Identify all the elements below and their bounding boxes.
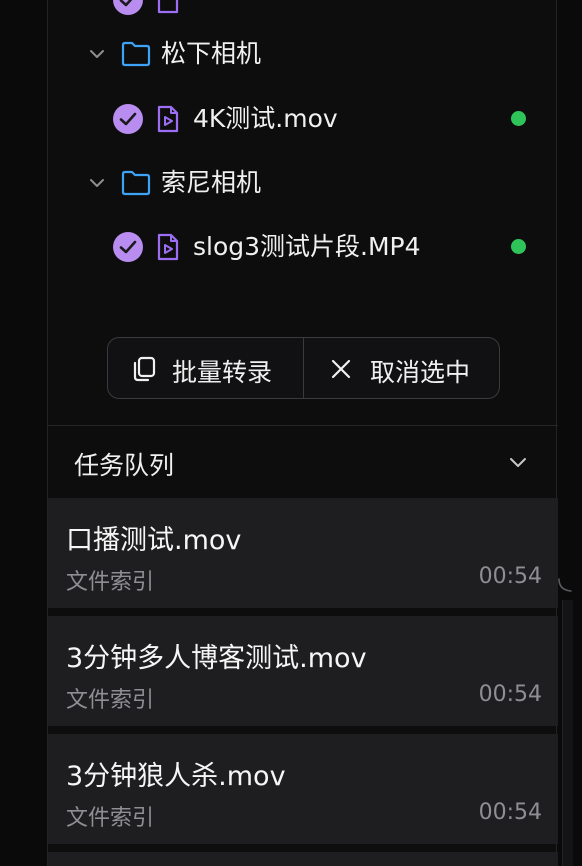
task-card[interactable]: 口播测试.mov 文件索引 00:54 [48,498,558,608]
task-name: 口播测试.mov [66,525,242,556]
close-icon [331,359,351,379]
tree-row-partial[interactable] [48,0,558,24]
task-queue-header[interactable]: 任务队列 [48,426,558,498]
task-duration: 00:54 [478,564,542,589]
task-name: 3分钟狼人杀.mov [66,761,286,792]
check-circle-icon[interactable] [112,103,144,135]
scrollbar-track[interactable] [562,600,573,866]
task-status: 文件索引 [66,688,155,713]
chevron-down-icon[interactable] [88,174,106,192]
tree-file-slog3[interactable]: slog3测试片段.MP4 [48,222,558,272]
file-panel: 松下相机 4K测试.mov 索尼相机 slog3测试片段.MP4 批量转录 取消… [47,0,558,866]
cancel-selection-label: 取消选中 [370,358,471,387]
task-duration: 00:54 [478,800,542,825]
task-queue-title: 任务队列 [74,451,175,480]
task-card[interactable]: 3分钟多人博客测试.mov 文件索引 00:54 [48,616,558,726]
chevron-down-icon[interactable] [508,452,528,472]
folder-label: 索尼相机 [161,168,262,197]
video-file-icon [157,233,179,261]
app-window: 松下相机 4K测试.mov 索尼相机 slog3测试片段.MP4 批量转录 取消… [0,0,582,866]
file-label: slog3测试片段.MP4 [193,232,421,261]
check-circle-icon[interactable] [112,231,144,263]
task-card[interactable]: 3分钟狼人杀.mov 文件索引 00:54 [48,734,558,844]
copy-icon [133,356,156,382]
batch-transcribe-button[interactable]: 批量转录 [108,338,304,398]
selection-actions: 批量转录 取消选中 [107,337,500,399]
status-dot [511,111,526,126]
folder-icon [121,170,151,196]
video-file-icon [157,0,179,14]
folder-icon [121,41,151,67]
check-circle-icon[interactable] [112,0,144,16]
resize-handle-icon[interactable] [557,577,573,593]
tree-file-4k[interactable]: 4K测试.mov [48,94,558,144]
cancel-selection-button[interactable]: 取消选中 [304,338,499,398]
task-status: 文件索引 [66,806,155,831]
task-name: 3分钟多人博客测试.mov [66,643,367,674]
tree-folder-panasonic[interactable]: 松下相机 [48,29,558,79]
task-duration: 00:54 [478,682,542,707]
file-label: 4K测试.mov [193,104,338,133]
batch-transcribe-label: 批量转录 [172,358,273,387]
task-card-partial[interactable] [48,852,558,866]
video-file-icon [157,105,179,133]
tree-folder-sony[interactable]: 索尼相机 [48,158,558,208]
chevron-down-icon[interactable] [88,45,106,63]
task-status: 文件索引 [66,570,155,595]
folder-label: 松下相机 [161,39,262,68]
status-dot [511,239,526,254]
